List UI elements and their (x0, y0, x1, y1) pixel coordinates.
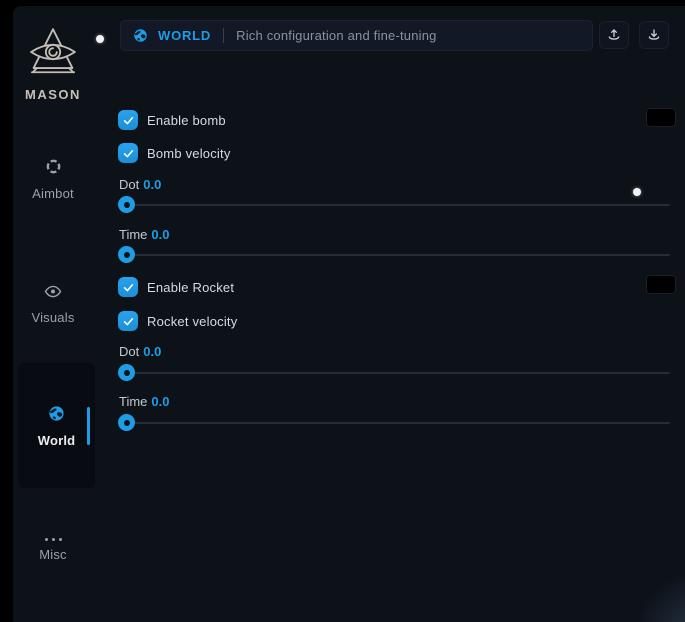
app-window: MASON Aimbot Visuals (13, 6, 685, 622)
slider-label: Time0.0 (119, 227, 169, 242)
slider-value: 0.0 (151, 394, 169, 409)
checkbox-label: Rocket velocity (147, 314, 237, 329)
import-config-button[interactable] (639, 21, 669, 49)
white-indicator-dot (96, 35, 104, 43)
globe-icon (48, 405, 65, 427)
slider-value: 0.0 (143, 344, 161, 359)
slider-knob[interactable] (118, 246, 135, 263)
check-icon (122, 281, 135, 294)
sidebar-item-visuals[interactable]: Visuals (13, 284, 93, 325)
rocket-color-swatch[interactable] (646, 275, 676, 294)
crosshair-icon (45, 158, 62, 180)
check-icon (122, 315, 135, 328)
slider-knob[interactable] (118, 196, 135, 213)
active-indicator-bar (87, 407, 90, 445)
slider-knob[interactable] (118, 414, 135, 431)
checkbox-row-bomb-velocity: Bomb velocity (118, 142, 231, 164)
page-header: WORLD Rich configuration and fine-tuning (120, 20, 593, 51)
bomb-velocity-checkbox[interactable] (118, 143, 138, 163)
globe-icon (133, 28, 148, 43)
sidebar: MASON Aimbot Visuals (13, 6, 105, 622)
sidebar-item-label: World (38, 433, 76, 448)
sidebar-item-label: Aimbot (32, 186, 74, 201)
bomb-dot-slider[interactable] (118, 196, 670, 214)
checkbox-label: Bomb velocity (147, 146, 231, 161)
eye-icon (44, 284, 62, 304)
slider-knob[interactable] (118, 364, 135, 381)
checkbox-label: Enable Rocket (147, 280, 234, 295)
slider-value: 0.0 (151, 227, 169, 242)
sidebar-item-label: Misc (39, 547, 67, 562)
sidebar-item-world[interactable]: World (18, 363, 95, 488)
check-icon (122, 114, 135, 127)
checkbox-row-enable-bomb: Enable bomb (118, 109, 226, 131)
sidebar-item-label: Visuals (31, 310, 74, 325)
bomb-time-slider[interactable] (118, 246, 670, 264)
white-indicator-dot (633, 188, 641, 196)
upload-icon (606, 27, 622, 43)
divider (223, 28, 224, 43)
check-icon (122, 147, 135, 160)
rocket-time-slider[interactable] (118, 414, 670, 432)
all-seeing-eye-pyramid-icon (26, 26, 80, 83)
ellipsis-icon (45, 533, 62, 541)
slider-value: 0.0 (143, 177, 161, 192)
slider-track[interactable] (119, 254, 670, 256)
sidebar-item-aimbot[interactable]: Aimbot (13, 158, 93, 201)
settings-panel: Enable bomb Bomb velocity Dot0.0 Time0.0 (118, 51, 685, 622)
bomb-color-swatch[interactable] (646, 108, 676, 127)
page-title: WORLD (158, 28, 211, 43)
enable-bomb-checkbox[interactable] (118, 110, 138, 130)
sidebar-item-misc[interactable]: Misc (13, 533, 93, 562)
slider-label: Dot0.0 (119, 344, 161, 359)
download-icon (646, 27, 662, 43)
slider-label: Time0.0 (119, 394, 169, 409)
enable-rocket-checkbox[interactable] (118, 277, 138, 297)
checkbox-row-enable-rocket: Enable Rocket (118, 276, 234, 298)
slider-track[interactable] (119, 422, 670, 424)
slider-label: Dot0.0 (119, 177, 161, 192)
rocket-dot-slider[interactable] (118, 364, 670, 382)
checkbox-row-rocket-velocity: Rocket velocity (118, 310, 237, 332)
export-config-button[interactable] (599, 21, 629, 49)
brand-name: MASON (25, 87, 81, 102)
slider-track[interactable] (119, 204, 670, 206)
checkbox-label: Enable bomb (147, 113, 226, 128)
page-subtitle: Rich configuration and fine-tuning (236, 28, 436, 43)
slider-track[interactable] (119, 372, 670, 374)
brand-logo: MASON (13, 26, 93, 102)
rocket-velocity-checkbox[interactable] (118, 311, 138, 331)
